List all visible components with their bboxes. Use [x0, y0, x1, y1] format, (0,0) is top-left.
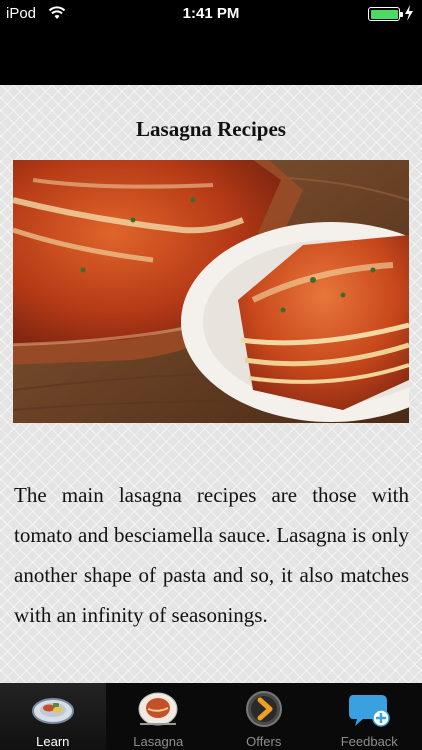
tab-lasagna[interactable]: Lasagna [106, 683, 212, 750]
plate-icon [31, 698, 74, 724]
page-title: Lasagna Recipes [136, 117, 286, 141]
chevron-circle-icon [245, 691, 282, 727]
battery-icon [368, 7, 403, 21]
recipe-description: The main lasagna recipes are those with … [14, 483, 409, 627]
tab-offers[interactable]: Offers [211, 683, 317, 750]
tab-label: Learn [36, 734, 70, 749]
status-time: 1:41 PM [182, 5, 240, 22]
tab-learn[interactable]: Learn [0, 683, 106, 750]
tab-label: Lasagna [133, 734, 184, 749]
navigation-bar [0, 28, 422, 85]
content-area[interactable]: Lasagna Recipes The main lasagna recipes… [0, 85, 422, 683]
tab-label: Offers [246, 734, 282, 749]
dish-icon [138, 692, 178, 726]
tab-label: Feedback [340, 734, 398, 749]
charging-icon [405, 5, 413, 21]
lasagna-photo [13, 160, 409, 423]
tab-bar: Learn Lasagna Offers Feedback [0, 683, 422, 750]
status-bar: iPod 1:41 PM [0, 0, 422, 28]
speech-bubble-plus-icon [349, 695, 390, 727]
tab-feedback[interactable]: Feedback [317, 683, 422, 750]
